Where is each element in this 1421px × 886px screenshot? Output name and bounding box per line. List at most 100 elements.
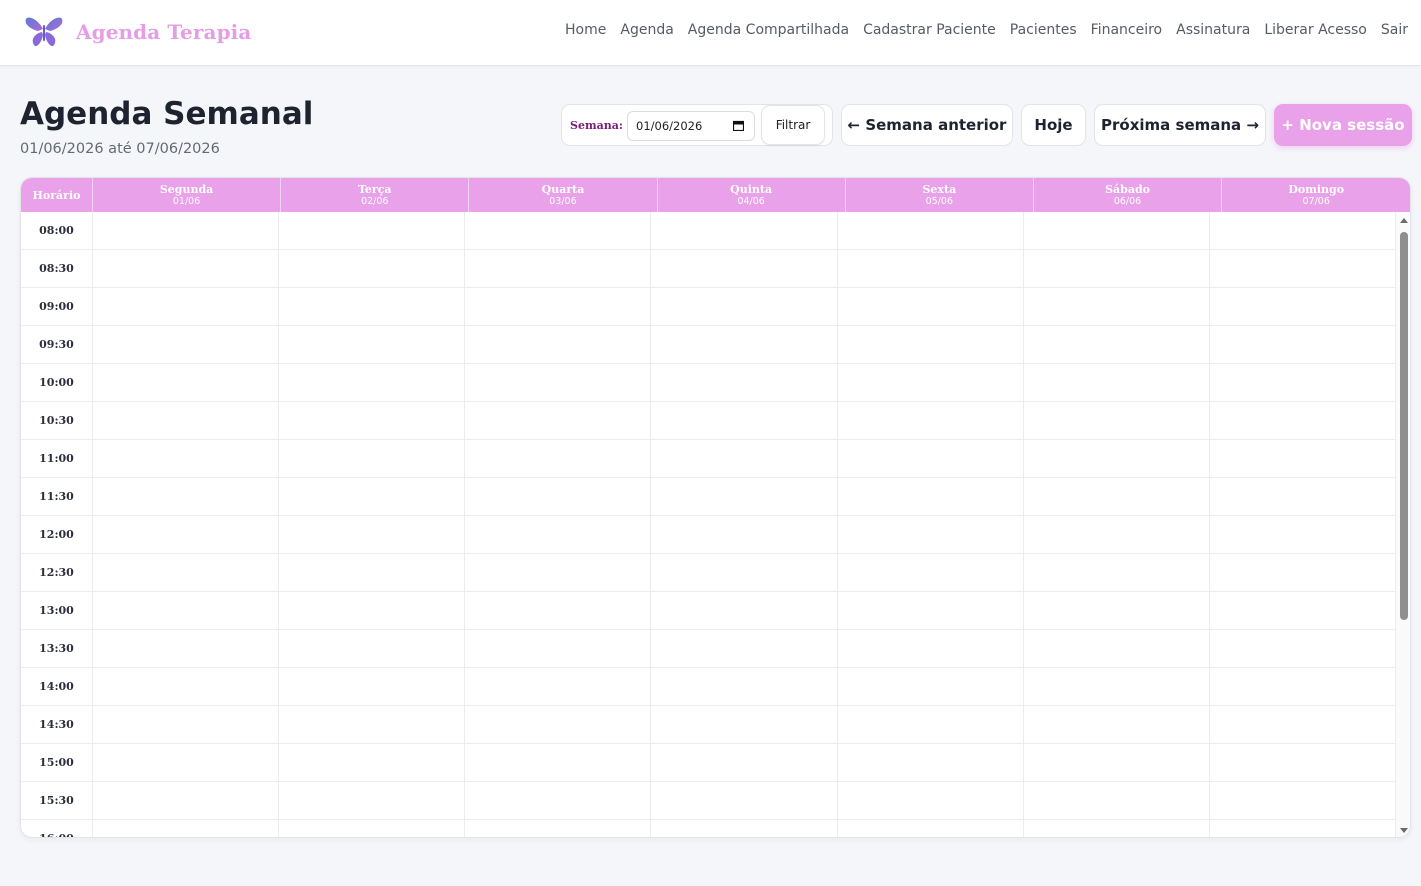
time-slot[interactable]: [465, 706, 652, 743]
time-slot[interactable]: [1210, 402, 1396, 439]
time-slot[interactable]: [1210, 478, 1396, 515]
time-slot[interactable]: [1024, 326, 1210, 363]
scrollbar-thumb[interactable]: [1400, 232, 1408, 620]
time-slot[interactable]: [1210, 706, 1396, 743]
nav-financeiro[interactable]: Financeiro: [1091, 22, 1162, 38]
time-slot[interactable]: [1024, 364, 1210, 401]
time-slot[interactable]: [465, 478, 652, 515]
time-slot[interactable]: [651, 212, 838, 249]
time-slot[interactable]: [838, 440, 1024, 477]
time-slot[interactable]: [93, 820, 280, 837]
time-slot[interactable]: [651, 364, 838, 401]
time-slot[interactable]: [93, 782, 280, 819]
time-slot[interactable]: [279, 554, 466, 591]
time-slot[interactable]: [279, 706, 466, 743]
filter-button[interactable]: Filtrar: [761, 105, 825, 145]
time-slot[interactable]: [651, 402, 838, 439]
time-slot[interactable]: [465, 820, 652, 837]
time-slot[interactable]: [93, 554, 280, 591]
time-slot[interactable]: [651, 250, 838, 287]
time-slot[interactable]: [1210, 668, 1396, 705]
time-slot[interactable]: [651, 288, 838, 325]
time-slot[interactable]: [465, 440, 652, 477]
next-week-button[interactable]: Próxima semana →: [1094, 104, 1266, 146]
time-slot[interactable]: [1024, 668, 1210, 705]
time-slot[interactable]: [93, 516, 280, 553]
time-slot[interactable]: [651, 668, 838, 705]
time-slot[interactable]: [838, 364, 1024, 401]
time-slot[interactable]: [93, 402, 280, 439]
time-slot[interactable]: [651, 440, 838, 477]
time-slot[interactable]: [279, 516, 466, 553]
time-slot[interactable]: [1024, 516, 1210, 553]
time-slot[interactable]: [279, 820, 466, 837]
previous-week-button[interactable]: ← Semana anterior: [841, 104, 1013, 146]
time-slot[interactable]: [465, 364, 652, 401]
time-slot[interactable]: [838, 554, 1024, 591]
time-slot[interactable]: [93, 288, 280, 325]
time-slot[interactable]: [93, 706, 280, 743]
time-slot[interactable]: [279, 782, 466, 819]
time-slot[interactable]: [279, 212, 466, 249]
time-slot[interactable]: [838, 630, 1024, 667]
time-slot[interactable]: [93, 212, 280, 249]
nav-agenda-compartilhada[interactable]: Agenda Compartilhada: [688, 22, 849, 38]
time-slot[interactable]: [465, 288, 652, 325]
time-slot[interactable]: [838, 326, 1024, 363]
time-slot[interactable]: [279, 592, 466, 629]
time-slot[interactable]: [93, 326, 280, 363]
time-slot[interactable]: [93, 478, 280, 515]
time-slot[interactable]: [279, 402, 466, 439]
time-slot[interactable]: [838, 744, 1024, 781]
time-slot[interactable]: [1210, 554, 1396, 591]
time-slot[interactable]: [1210, 440, 1396, 477]
nav-agenda[interactable]: Agenda: [620, 22, 673, 38]
calendar-icon[interactable]: [733, 120, 744, 131]
time-slot[interactable]: [651, 326, 838, 363]
week-date-input[interactable]: 01/06/2026: [627, 111, 755, 141]
time-slot[interactable]: [1024, 250, 1210, 287]
time-slot[interactable]: [651, 782, 838, 819]
time-slot[interactable]: [279, 630, 466, 667]
time-slot[interactable]: [1024, 630, 1210, 667]
time-slot[interactable]: [838, 592, 1024, 629]
brand[interactable]: Agenda Terapia: [24, 14, 251, 50]
time-slot[interactable]: [93, 440, 280, 477]
time-slot[interactable]: [838, 668, 1024, 705]
time-slot[interactable]: [838, 288, 1024, 325]
time-slot[interactable]: [1210, 744, 1396, 781]
nav-liberar-acesso[interactable]: Liberar Acesso: [1264, 22, 1367, 38]
time-slot[interactable]: [465, 326, 652, 363]
time-slot[interactable]: [93, 744, 280, 781]
time-slot[interactable]: [1024, 820, 1210, 837]
time-slot[interactable]: [93, 630, 280, 667]
time-slot[interactable]: [1024, 212, 1210, 249]
time-slot[interactable]: [1210, 288, 1396, 325]
time-slot[interactable]: [838, 516, 1024, 553]
time-slot[interactable]: [1024, 440, 1210, 477]
calendar-scrollbar[interactable]: [1396, 212, 1410, 837]
time-slot[interactable]: [465, 630, 652, 667]
time-slot[interactable]: [93, 668, 280, 705]
time-slot[interactable]: [838, 782, 1024, 819]
time-slot[interactable]: [1024, 706, 1210, 743]
time-slot[interactable]: [1210, 212, 1396, 249]
nav-assinatura[interactable]: Assinatura: [1176, 22, 1250, 38]
time-slot[interactable]: [1210, 326, 1396, 363]
time-slot[interactable]: [651, 706, 838, 743]
time-slot[interactable]: [1210, 516, 1396, 553]
time-slot[interactable]: [279, 250, 466, 287]
time-slot[interactable]: [279, 744, 466, 781]
time-slot[interactable]: [1024, 782, 1210, 819]
time-slot[interactable]: [465, 516, 652, 553]
time-slot[interactable]: [465, 212, 652, 249]
time-slot[interactable]: [651, 516, 838, 553]
time-slot[interactable]: [1210, 630, 1396, 667]
time-slot[interactable]: [279, 478, 466, 515]
time-slot[interactable]: [1210, 592, 1396, 629]
time-slot[interactable]: [279, 440, 466, 477]
time-slot[interactable]: [1210, 364, 1396, 401]
time-slot[interactable]: [838, 706, 1024, 743]
time-slot[interactable]: [279, 288, 466, 325]
time-slot[interactable]: [838, 478, 1024, 515]
